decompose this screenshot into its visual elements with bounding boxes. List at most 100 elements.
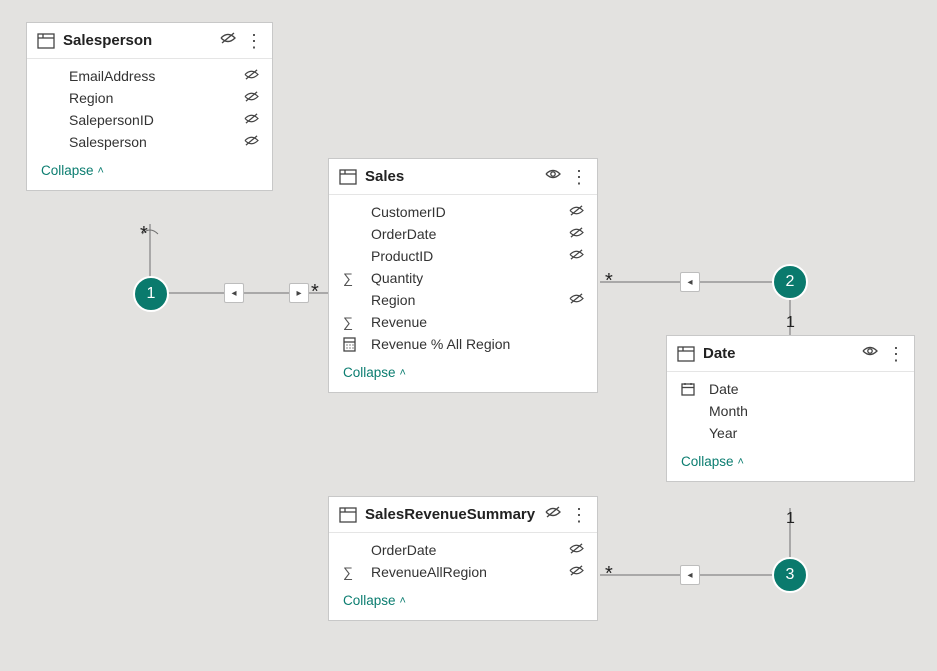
field-row[interactable]: ProductID	[329, 245, 597, 267]
visible-icon[interactable]	[861, 344, 879, 363]
hidden-icon[interactable]	[243, 90, 260, 106]
table-title: SalesRevenueSummary	[365, 506, 536, 523]
field-label: EmailAddress	[59, 68, 243, 84]
table-salesperson[interactable]: Salesperson ⋮ EmailAddress Region Salepe…	[26, 22, 273, 191]
field-list: OrderDate ∑RevenueAllRegion	[329, 533, 597, 585]
field-label: Region	[361, 292, 568, 308]
field-row[interactable]: ∑Revenue	[329, 311, 597, 333]
field-label: ProductID	[361, 248, 568, 264]
step-badge-2: 2	[772, 264, 808, 300]
field-row[interactable]: ∑Quantity	[329, 267, 597, 289]
table-icon	[339, 169, 357, 185]
field-label: Month	[699, 403, 902, 419]
field-label: RevenueAllRegion	[361, 564, 568, 580]
table-title: Sales	[365, 168, 536, 185]
filter-direction-chip: ◂	[224, 283, 244, 303]
table-header[interactable]: Salesperson ⋮	[27, 23, 272, 59]
hidden-icon[interactable]	[568, 204, 585, 220]
sigma-icon: ∑	[343, 314, 361, 330]
step-badge-3: 3	[772, 557, 808, 593]
cardinality-label: *	[140, 223, 148, 246]
table-header[interactable]: SalesRevenueSummary ⋮	[329, 497, 597, 533]
hidden-icon[interactable]	[219, 31, 237, 50]
hidden-icon[interactable]	[568, 542, 585, 558]
chevron-up-icon: ˄	[98, 165, 104, 177]
field-label: SalepersonID	[59, 112, 243, 128]
hidden-icon[interactable]	[243, 112, 260, 128]
collapse-label: Collapse	[681, 454, 734, 469]
collapse-button[interactable]: Collapse ˄	[667, 446, 914, 481]
table-sales[interactable]: Sales ⋮ CustomerID OrderDate ProductID ∑…	[328, 158, 598, 393]
hidden-icon[interactable]	[544, 505, 562, 524]
collapse-label: Collapse	[343, 365, 396, 380]
more-options-icon[interactable]: ⋮	[887, 345, 904, 363]
field-label: CustomerID	[361, 204, 568, 220]
field-row[interactable]: Date	[667, 378, 914, 400]
hidden-icon[interactable]	[568, 248, 585, 264]
field-label: Region	[59, 90, 243, 106]
cardinality-label: 1	[786, 314, 795, 332]
cardinality-label: *	[311, 281, 319, 304]
field-label: Quantity	[361, 270, 585, 286]
hidden-icon[interactable]	[568, 564, 585, 580]
sigma-icon: ∑	[343, 270, 361, 286]
field-label: OrderDate	[361, 542, 568, 558]
cardinality-label: 1	[786, 510, 795, 528]
table-icon	[677, 346, 695, 362]
cardinality-label: *	[605, 563, 613, 586]
collapse-button[interactable]: Collapse ˄	[329, 585, 597, 620]
visible-icon[interactable]	[544, 167, 562, 186]
field-row[interactable]: SalepersonID	[27, 109, 272, 131]
field-list: EmailAddress Region SalepersonID Salespe…	[27, 59, 272, 155]
field-row[interactable]: Year	[667, 422, 914, 444]
table-icon	[37, 33, 55, 49]
collapse-label: Collapse	[41, 163, 94, 178]
hidden-icon[interactable]	[243, 134, 260, 150]
more-options-icon[interactable]: ⋮	[570, 168, 587, 186]
field-label: Revenue	[361, 314, 585, 330]
calendar-icon	[681, 382, 699, 396]
field-label: Date	[699, 381, 902, 397]
filter-direction-chip: ◂	[680, 565, 700, 585]
table-header[interactable]: Sales ⋮	[329, 159, 597, 195]
chevron-up-icon: ˄	[400, 595, 406, 607]
hidden-icon[interactable]	[568, 292, 585, 308]
field-row[interactable]: EmailAddress	[27, 65, 272, 87]
filter-direction-chip: ◂	[680, 272, 700, 292]
collapse-button[interactable]: Collapse ˄	[27, 155, 272, 190]
more-options-icon[interactable]: ⋮	[570, 506, 587, 524]
field-label: Salesperson	[59, 134, 243, 150]
hidden-icon[interactable]	[243, 68, 260, 84]
field-row[interactable]: Region	[27, 87, 272, 109]
collapse-button[interactable]: Collapse ˄	[329, 357, 597, 392]
field-row[interactable]: ∑RevenueAllRegion	[329, 561, 597, 583]
field-label: OrderDate	[361, 226, 568, 242]
table-salesrevenuesummary[interactable]: SalesRevenueSummary ⋮ OrderDate ∑Revenue…	[328, 496, 598, 621]
field-row[interactable]: Salesperson	[27, 131, 272, 153]
table-header[interactable]: Date ⋮	[667, 336, 914, 372]
table-title: Salesperson	[63, 32, 211, 49]
field-row[interactable]: OrderDate	[329, 539, 597, 561]
chevron-up-icon: ˄	[738, 456, 744, 468]
table-icon	[339, 507, 357, 523]
more-options-icon[interactable]: ⋮	[245, 32, 262, 50]
cardinality-label: *	[605, 270, 613, 293]
sigma-icon: ∑	[343, 564, 361, 580]
field-label: Year	[699, 425, 902, 441]
field-row[interactable]: Month	[667, 400, 914, 422]
field-row[interactable]: Revenue % All Region	[329, 333, 597, 355]
step-badge-1: 1	[133, 276, 169, 312]
field-row[interactable]: OrderDate	[329, 223, 597, 245]
chevron-up-icon: ˄	[400, 367, 406, 379]
field-list: Date Month Year	[667, 372, 914, 446]
field-row[interactable]: CustomerID	[329, 201, 597, 223]
collapse-label: Collapse	[343, 593, 396, 608]
table-date[interactable]: Date ⋮ Date Month Year Collapse ˄	[666, 335, 915, 482]
filter-direction-chip: ▸	[289, 283, 309, 303]
table-title: Date	[703, 345, 853, 362]
field-label: Revenue % All Region	[361, 336, 585, 352]
field-list: CustomerID OrderDate ProductID ∑Quantity…	[329, 195, 597, 357]
calculator-icon	[343, 337, 361, 352]
field-row[interactable]: Region	[329, 289, 597, 311]
hidden-icon[interactable]	[568, 226, 585, 242]
